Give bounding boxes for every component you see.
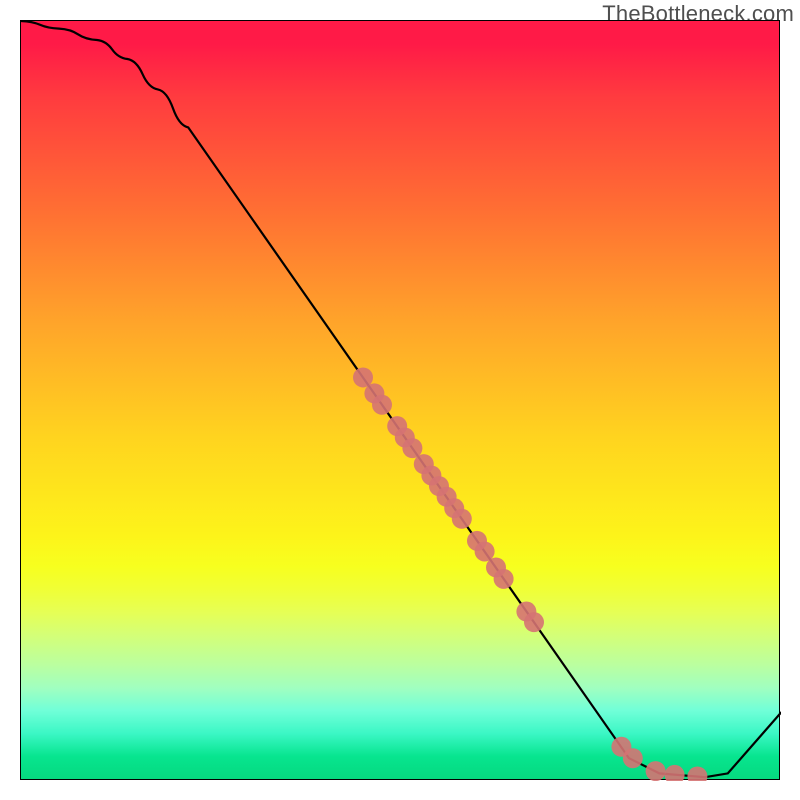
data-point [665, 765, 685, 781]
plot-area [20, 20, 780, 780]
data-point [372, 395, 392, 415]
data-point [524, 612, 544, 632]
data-point [646, 761, 666, 781]
chart-container: TheBottleneck.com [0, 0, 800, 800]
data-point [452, 509, 472, 529]
data-point [623, 748, 643, 768]
data-point [494, 569, 514, 589]
chart-overlay [21, 21, 781, 781]
bottleneck-curve [21, 21, 781, 777]
data-points [353, 367, 707, 781]
data-point [687, 766, 707, 781]
